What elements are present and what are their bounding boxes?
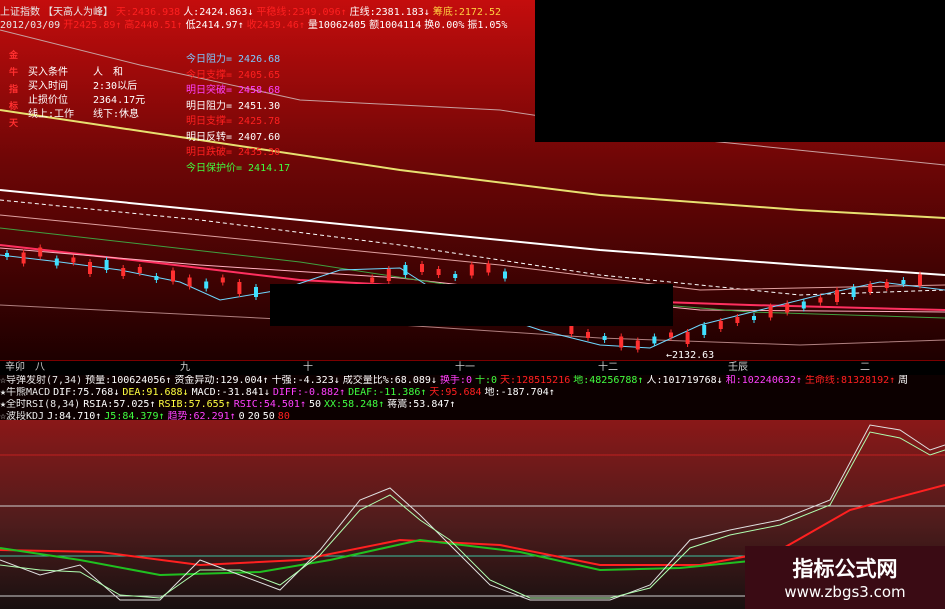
header1-field-1: 【天高人为峰】 xyxy=(43,7,113,18)
indicator-3-field-2: J5:84.379↑ xyxy=(104,411,165,422)
level-label-0: 今日阻力= 2426.68 xyxy=(186,54,281,65)
header-row-1: 上证指数 【天高人为峰】 天:2436.938 人:2424.863↓ 平稳线:2349… xyxy=(0,6,535,20)
indicator-3-field-7: 80 xyxy=(277,411,290,422)
indicator-1-field-0: ★牛熊MACD xyxy=(0,387,51,398)
date-label-0: 辛卯 xyxy=(5,362,25,373)
indicator-0-field-8: 地:48256788↑ xyxy=(573,375,644,386)
date-label-1: 八 xyxy=(35,362,45,373)
indicator-2-field-0: ★全时RSI(8,34) xyxy=(0,399,81,410)
level-label-4: 明日支撑= 2425.78 xyxy=(186,116,281,127)
date-axis: 辛卯八 九 十 十一 十二 壬辰 二 xyxy=(0,360,945,375)
indicator-0-field-0: ☆导弹发射(7,34) xyxy=(0,375,83,386)
indicator-row-rsi: ★全时RSI(8,34) RSIA:57.025↑ RSIB:57.655↑ RSIC… xyxy=(0,399,945,411)
plan-value-3: 线下:休息 xyxy=(93,109,140,120)
indicator-3-field-5: 20 xyxy=(247,411,260,422)
indicator-3-field-4: 0 xyxy=(238,411,245,422)
date-label-3: 十 xyxy=(303,362,313,373)
header2-field-5: 量10062405 xyxy=(307,20,367,31)
indicator-2-field-2: RSIB:57.655↑ xyxy=(158,399,231,410)
indicator-2-field-1: RSIA:57.025↑ xyxy=(83,399,156,410)
indicator-0-field-12: 周 xyxy=(898,375,909,386)
indicator-0-field-5: 换手:0 xyxy=(439,375,472,386)
date-label-4: 十一 xyxy=(455,362,475,373)
indicator-2-field-5: XX:58.248↑ xyxy=(324,399,385,410)
date-label-2: 九 xyxy=(180,362,190,373)
indicator-1-field-7: 地:-187.704↑ xyxy=(484,387,555,398)
date-label-6: 壬辰 xyxy=(728,362,748,373)
top-right-black-area xyxy=(535,0,945,142)
side-char-0: 金 xyxy=(9,51,19,61)
indicator-2-field-6: 蒋嵩:53.847↑ xyxy=(387,399,456,410)
header1-field-4: 平稳线:2349.096↑ xyxy=(256,7,347,18)
indicator-0-field-6: 十:0 xyxy=(474,375,498,386)
indicator-0-field-11: 生命线:81328192↑ xyxy=(804,375,896,386)
level-label-5: 明日反转= 2407.60 xyxy=(186,131,281,143)
level-label-2: 明日突破= 2458.68 xyxy=(186,85,281,96)
header1-field-5: 庄线:2381.183↓ xyxy=(349,7,430,18)
indicator-1-field-1: DIF:75.768↓ xyxy=(53,387,120,398)
side-char-3: 标 xyxy=(9,102,19,112)
indicator-1-field-2: DEA:91.688↓ xyxy=(122,387,189,398)
watermark-title: 指标公式网 xyxy=(792,557,898,581)
indicator-3-field-0: ☆波段KDJ xyxy=(0,411,45,422)
indicator-0-field-3: 十强:-4.323↓ xyxy=(271,375,340,386)
indicator-2-field-4: 50 xyxy=(308,399,322,410)
header2-field-4: 收2439.46↑ xyxy=(246,20,305,31)
indicator-1-field-4: DIFF:-0.882↑ xyxy=(272,387,346,398)
header2-field-8: 振1.05% xyxy=(467,20,508,31)
header1-field-3: 人:2424.863↓ xyxy=(183,7,254,18)
header2-field-1: 开2425.89↑ xyxy=(63,20,122,31)
indicator-0-field-9: 人:101719768↓ xyxy=(646,375,723,386)
header1-field-6: 筹底:2172.52 xyxy=(432,7,502,18)
chart-overlay-black-area xyxy=(270,284,673,326)
indicator-row-kdj: ☆波段KDJ J:84.710↑ J5:84.379↑ 趋势:62.291↑ 0 20 50… xyxy=(0,411,945,423)
header2-field-7: 换0.00% xyxy=(424,20,465,31)
level-label-7: 今日保护价= 2414.17 xyxy=(186,162,291,174)
indicator-1-field-5: DEAF:-11.386↑ xyxy=(348,387,427,398)
header2-field-6: 额1004114 xyxy=(369,20,422,31)
plan-label-3: 线上:工作 xyxy=(28,109,75,120)
level-label-1: 今日支撑= 2405.65 xyxy=(186,69,281,81)
header2-field-3: 低2414.97↑ xyxy=(185,20,244,31)
indicator-0-field-2: 资金异动:129.004↑ xyxy=(174,375,269,386)
watermark: 指标公式网 www.zbgs3.com xyxy=(745,546,945,609)
indicator-row-macd: ★牛熊MACD DIF:75.768↓ DEA:91.688↓ MACD:-31.84… xyxy=(0,387,945,399)
header2-field-0: 2012/03/09 xyxy=(0,20,61,31)
date-label-7: 二 xyxy=(860,362,870,373)
header-row-2: 2012/03/09 开2425.89↑ 高2440.51↑ 低2414.97↑ 收24… xyxy=(0,19,535,33)
level-label-6: 明日跌破= 2435.30 xyxy=(186,147,281,158)
level-label-3: 明日阻力= 2451.30 xyxy=(186,100,281,112)
indicator-0-field-10: 和:102240632↑ xyxy=(725,375,802,386)
header1-field-2: 天:2436.938 xyxy=(116,7,181,18)
indicator-row-missile: ☆导弹发射(7,34) 预量:100624056↑ 资金异动:129.004↑ 十强:… xyxy=(0,375,945,387)
indicator-3-field-1: J:84.710↑ xyxy=(47,411,102,422)
date-label-5: 十二 xyxy=(598,362,618,373)
indicator-0-field-7: 天:128515216 xyxy=(500,375,571,386)
side-char-2: 指 xyxy=(9,85,19,95)
header2-field-2: 高2440.51↑ xyxy=(124,20,183,31)
stock-chart-screen: 上证指数 【天高人为峰】 天:2436.938 人:2424.863↓ 平稳线:2349… xyxy=(0,0,945,609)
indicator-0-field-4: 成交量比%:68.089↓ xyxy=(342,375,437,386)
indicator-1-field-6: 天:95.684 xyxy=(429,387,482,398)
watermark-url: www.zbgs3.com xyxy=(784,583,906,601)
indicator-0-field-1: 预量:100624056↑ xyxy=(85,375,172,386)
side-char-4: 天 xyxy=(9,119,19,129)
side-char-1: 牛 xyxy=(9,68,19,78)
indicator-3-field-6: 50 xyxy=(262,411,275,422)
header1-field-0: 上证指数 xyxy=(0,7,40,18)
indicator-2-field-3: RSIC:54.501↑ xyxy=(233,399,306,410)
indicator-1-field-3: MACD:-31.841↓ xyxy=(191,387,270,398)
indicator-3-field-3: 趋势:62.291↑ xyxy=(167,411,236,422)
